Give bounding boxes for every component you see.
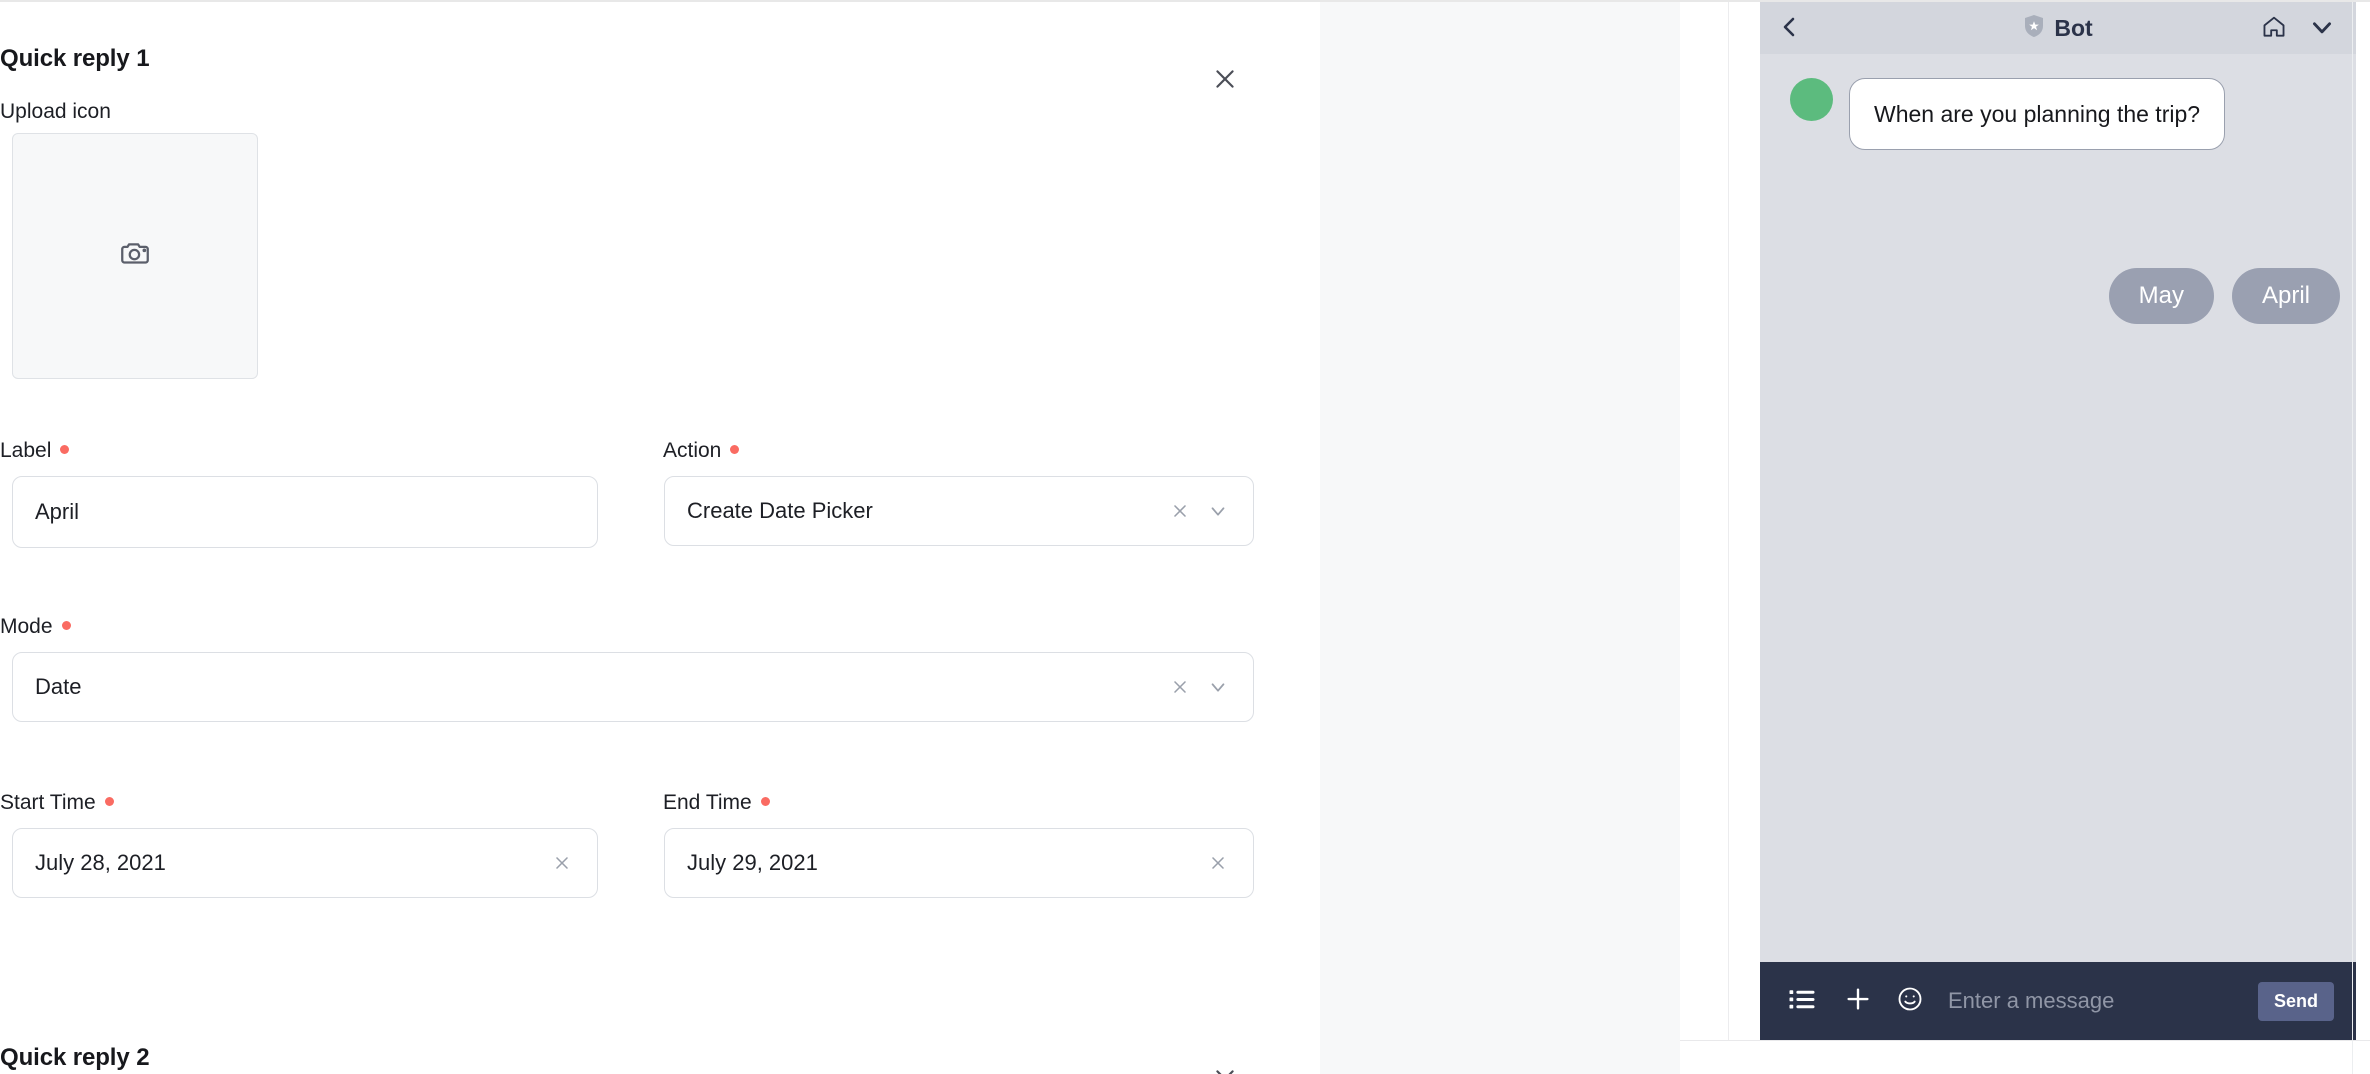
required-dot bbox=[760, 796, 770, 806]
bot-message-row: When are you planning the trip? bbox=[1790, 78, 2226, 151]
chat-header-actions bbox=[2258, 13, 2338, 45]
action-select-adornments bbox=[1167, 498, 1253, 524]
add-attachment-button[interactable] bbox=[1838, 981, 1878, 1021]
close-icon[interactable] bbox=[1167, 498, 1193, 524]
bot-message-bubble: When are you planning the trip? bbox=[1849, 78, 2226, 151]
collapse-button[interactable] bbox=[2306, 13, 2338, 45]
chat-widget: Bot When are you planning the trip? May … bbox=[1760, 2, 2356, 1040]
chat-composer: Enter a message Send bbox=[1760, 962, 2356, 1040]
chat-back-button[interactable] bbox=[1774, 13, 1806, 45]
menu-button[interactable] bbox=[1782, 981, 1822, 1021]
preview-gutter bbox=[1680, 2, 1728, 1074]
start-time-input[interactable]: July 28, 2021 bbox=[12, 828, 598, 898]
bot-avatar bbox=[1790, 78, 1833, 121]
required-dot bbox=[104, 796, 114, 806]
chat-title: Bot bbox=[2054, 14, 2093, 41]
action-select-value: Create Date Picker bbox=[687, 498, 873, 523]
quick-reply-editor-panel: Quick reply 1 Upload icon Label April Ac… bbox=[0, 2, 1320, 1074]
close-icon[interactable] bbox=[1167, 674, 1193, 700]
message-input[interactable]: Enter a message bbox=[1930, 988, 2258, 1014]
plus-icon bbox=[1843, 984, 1873, 1019]
start-time-value: July 28, 2021 bbox=[35, 850, 166, 875]
label-input-value: April bbox=[35, 499, 80, 524]
mode-select-value: Date bbox=[35, 674, 82, 699]
quick-reply-pill-may[interactable]: May bbox=[2108, 268, 2214, 324]
quick-reply-2-close-button[interactable] bbox=[1203, 1057, 1247, 1074]
chevron-left-icon bbox=[1778, 15, 1802, 44]
required-dot bbox=[61, 620, 71, 630]
chevron-down-icon[interactable] bbox=[1205, 498, 1231, 524]
action-field-label: Action bbox=[663, 439, 740, 463]
close-icon[interactable] bbox=[1205, 850, 1231, 876]
start-time-adornments bbox=[549, 850, 597, 876]
mode-field-label: Mode bbox=[0, 615, 71, 639]
end-time-input[interactable]: July 29, 2021 bbox=[664, 828, 1254, 898]
middle-gutter bbox=[1320, 2, 1680, 1074]
send-button[interactable]: Send bbox=[2257, 981, 2334, 1021]
shield-star-icon bbox=[2023, 14, 2045, 43]
mode-select[interactable]: Date bbox=[12, 652, 1254, 722]
label-field-label: Label bbox=[0, 439, 70, 463]
start-time-field-label: Start Time bbox=[0, 791, 114, 815]
quick-reply-block-2: Quick reply 2 bbox=[0, 982, 1320, 1074]
page-right-divider bbox=[2352, 2, 2353, 1074]
label-input[interactable]: April bbox=[12, 476, 598, 548]
home-button[interactable] bbox=[2258, 13, 2290, 45]
mode-select-adornments bbox=[1167, 674, 1253, 700]
end-time-value: July 29, 2021 bbox=[687, 850, 818, 875]
home-icon bbox=[2261, 14, 2287, 45]
close-icon bbox=[1212, 66, 1238, 92]
quick-reply-pill-april[interactable]: April bbox=[2231, 268, 2340, 324]
close-icon[interactable] bbox=[549, 850, 575, 876]
quick-reply-1-close-button[interactable] bbox=[1203, 57, 1247, 101]
chevron-down-icon bbox=[2309, 14, 2335, 45]
chat-preview-panel: Bot When are you planning the trip? May … bbox=[1729, 2, 2370, 1074]
quick-reply-block-1: Quick reply 1 Upload icon Label April Ac… bbox=[0, 2, 1320, 982]
quick-reply-2-title: Quick reply 2 bbox=[0, 1044, 150, 1071]
close-icon bbox=[1212, 1066, 1238, 1074]
upload-icon-label: Upload icon bbox=[0, 100, 111, 123]
upload-icon-dropzone[interactable] bbox=[12, 133, 258, 379]
required-dot bbox=[60, 444, 70, 454]
camera-icon bbox=[118, 237, 152, 276]
end-time-field-label: End Time bbox=[663, 791, 770, 815]
chat-header: Bot bbox=[1760, 2, 2356, 54]
app-root: Quick reply 1 Upload icon Label April Ac… bbox=[0, 0, 2370, 1074]
preview-bottom-divider bbox=[1680, 1040, 2370, 1041]
quick-reply-1-title: Quick reply 1 bbox=[0, 45, 150, 72]
smiley-icon bbox=[1896, 985, 1924, 1018]
quick-reply-pills: May April bbox=[2108, 268, 2340, 324]
end-time-adornments bbox=[1205, 850, 1253, 876]
emoji-button[interactable] bbox=[1890, 981, 1930, 1021]
required-dot bbox=[730, 444, 740, 454]
chevron-down-icon[interactable] bbox=[1205, 674, 1231, 700]
action-select[interactable]: Create Date Picker bbox=[664, 476, 1254, 546]
list-icon bbox=[1787, 984, 1817, 1019]
